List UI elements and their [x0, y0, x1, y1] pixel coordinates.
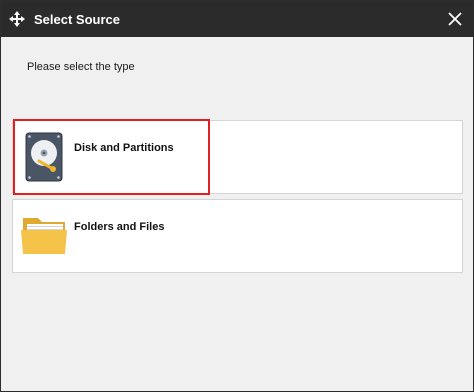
select-source-dialog: Select Source Please select the type Dis…	[0, 0, 474, 392]
close-icon	[448, 12, 462, 26]
option-disk-and-partitions[interactable]: Disk and Partitions	[12, 120, 463, 194]
title-bar: Select Source	[1, 1, 473, 37]
dialog-content: Please select the type Disk and Partitio…	[1, 37, 473, 391]
window-title: Select Source	[34, 11, 120, 27]
sync-arrows-icon	[7, 9, 27, 29]
option-folders-and-files[interactable]: Folders and Files	[12, 199, 463, 273]
option-label: Folders and Files	[74, 221, 165, 233]
option-label: Disk and Partitions	[74, 142, 174, 154]
close-button[interactable]	[445, 9, 465, 29]
folder-icon	[21, 214, 69, 263]
select-type-prompt: Please select the type	[27, 61, 135, 73]
hard-disk-icon	[25, 132, 63, 187]
